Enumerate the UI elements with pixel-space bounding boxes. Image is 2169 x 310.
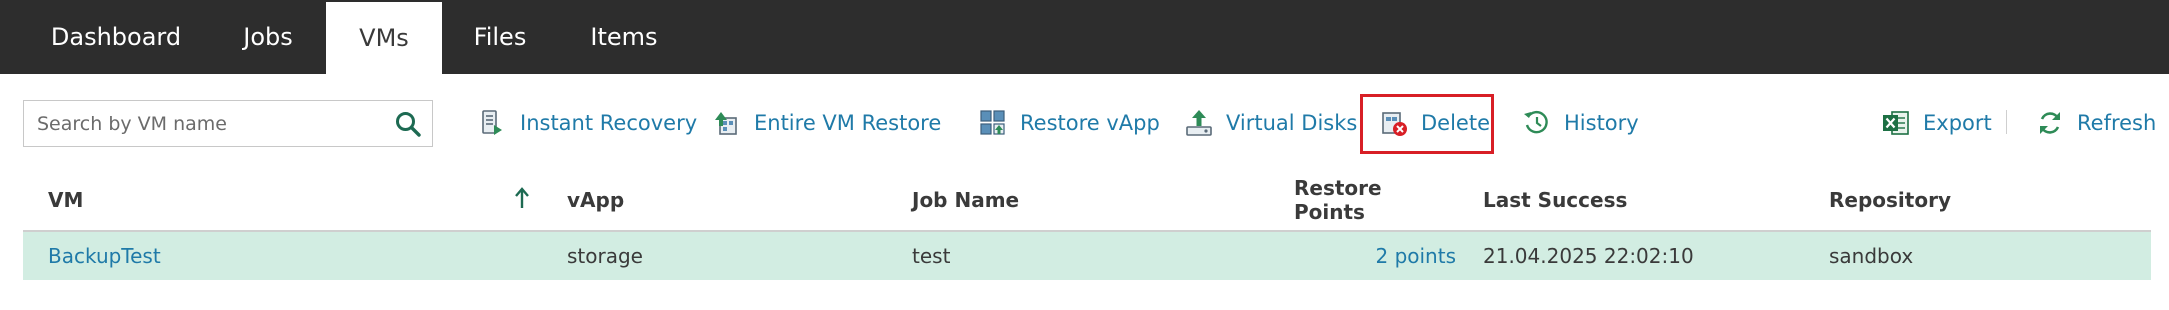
restore-vapp-icon [980,110,1005,135]
entire-vm-restore-label: Entire VM Restore [754,111,942,135]
cell-repository: sandbox [1829,244,1914,268]
tab-files[interactable]: Files [446,0,554,74]
instant-recovery-button[interactable]: Instant Recovery [478,100,697,146]
tab-vms[interactable]: VMs [326,2,442,74]
refresh-button[interactable]: Refresh [2035,100,2156,146]
refresh-icon [2040,112,2060,134]
history-label: History [1564,111,1639,135]
export-label: Export [1923,111,1992,135]
column-header-repository[interactable]: Repository [1829,170,1951,230]
column-header-last-success[interactable]: Last Success [1483,170,1627,230]
search-box [23,100,433,147]
sort-ascending-icon[interactable] [507,184,537,214]
virtual-disks-button[interactable]: Virtual Disks [1184,100,1357,146]
column-header-vm[interactable]: VM [48,170,83,230]
top-nav-bar: Dashboard Jobs VMs Files Items [0,0,2169,74]
virtual-disks-label: Virtual Disks [1226,111,1358,135]
instant-recovery-icon [482,110,502,135]
delete-button[interactable]: Delete [1379,100,1490,146]
restore-vapp-button[interactable]: Restore vApp [978,100,1160,146]
entire-vm-restore-icon [715,112,737,135]
cell-vapp: storage [567,244,643,268]
table-row[interactable]: BackupTest storage test 2 points 21.04.2… [23,232,2151,280]
column-header-job-name[interactable]: Job Name [912,170,1019,230]
search-input[interactable] [24,101,384,146]
cell-restore-points-link[interactable]: 2 points [1294,232,1456,280]
cell-last-success: 21.04.2025 22:02:10 [1483,244,1694,268]
search-icon[interactable] [394,110,422,138]
instant-recovery-label: Instant Recovery [520,111,698,135]
virtual-disks-icon [1186,110,1212,136]
tab-dashboard[interactable]: Dashboard [34,0,198,74]
restore-vapp-label: Restore vApp [1020,111,1160,135]
delete-icon [1382,112,1407,136]
cell-vm-link[interactable]: BackupTest [48,232,161,280]
history-icon [1524,110,1548,134]
cell-job-name: test [912,244,951,268]
grid-header: VM vApp Job Name Restore Points Last Suc… [23,170,2151,232]
export-button[interactable]: Export [1881,100,1992,146]
refresh-label: Refresh [2077,111,2157,135]
delete-label: Delete [1421,111,1490,135]
column-header-restore-points[interactable]: Restore Points [1294,170,1456,230]
tab-items[interactable]: Items [564,0,684,74]
excel-icon [1883,111,1909,135]
toolbar-separator [2006,110,2007,134]
tab-jobs[interactable]: Jobs [214,0,322,74]
entire-vm-restore-button[interactable]: Entire VM Restore [712,100,941,146]
column-header-vapp[interactable]: vApp [567,170,624,230]
history-button[interactable]: History [1522,100,1639,146]
